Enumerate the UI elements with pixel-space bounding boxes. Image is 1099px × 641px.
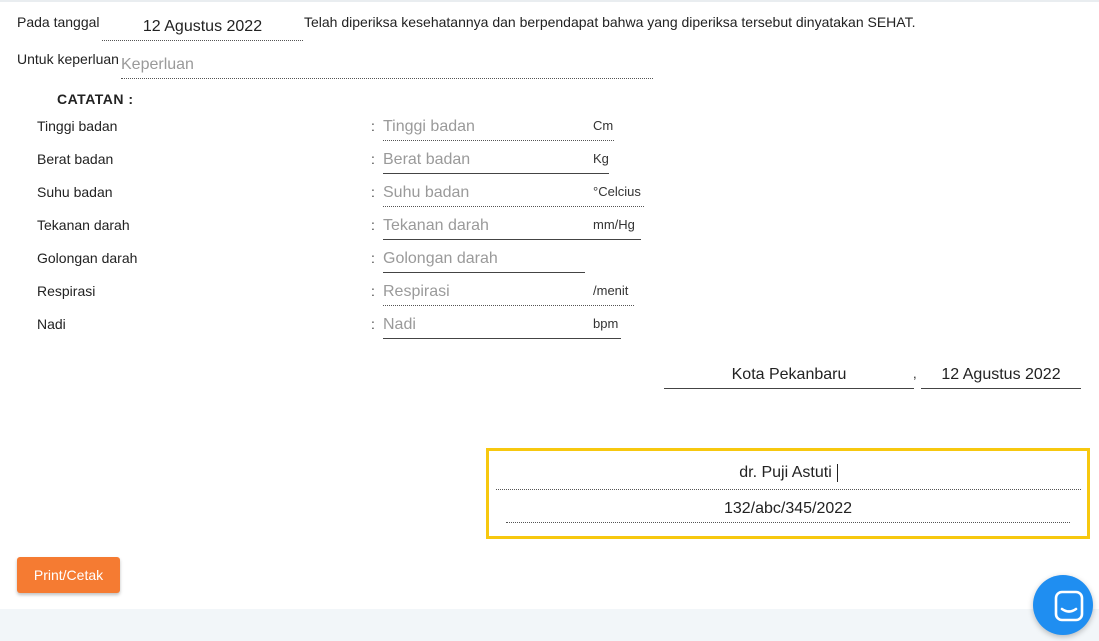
blood-type-field[interactable] bbox=[383, 246, 585, 273]
top-divider bbox=[0, 0, 1099, 2]
pulse-colon: : bbox=[371, 316, 375, 332]
temperature-label: Suhu badan bbox=[37, 184, 113, 200]
purpose-field[interactable] bbox=[121, 52, 653, 79]
signature-box: dr. Puji Astuti bbox=[486, 448, 1090, 539]
blood-pressure-unit: mm/Hg bbox=[593, 217, 635, 232]
chat-widget-button[interactable] bbox=[1033, 575, 1093, 635]
pulse-unit: bpm bbox=[593, 316, 619, 331]
date-field[interactable] bbox=[102, 14, 303, 41]
respiration-colon: : bbox=[371, 283, 375, 299]
blood-type-label: Golongan darah bbox=[37, 250, 138, 266]
notes-title: CATATAN : bbox=[57, 91, 134, 107]
doctor-name: dr. Puji Astuti bbox=[739, 464, 832, 481]
date-label: Pada tanggal bbox=[17, 14, 100, 30]
respiration-unit: /menit bbox=[593, 283, 629, 298]
height-field[interactable] bbox=[383, 114, 614, 141]
weight-label: Berat badan bbox=[37, 151, 114, 167]
license-number-field[interactable] bbox=[506, 495, 1070, 523]
weight-unit: Kg bbox=[593, 151, 609, 166]
height-colon: : bbox=[371, 118, 375, 134]
city-field[interactable] bbox=[664, 362, 914, 389]
signing-date-field[interactable] bbox=[921, 362, 1081, 389]
height-label: Tinggi badan bbox=[37, 118, 118, 134]
temperature-colon: : bbox=[371, 184, 375, 200]
doctor-name-field[interactable]: dr. Puji Astuti bbox=[496, 458, 1081, 490]
certificate-sheet: Pada tanggal Telah diperiksa kesehatanny… bbox=[0, 0, 1099, 609]
respiration-label: Respirasi bbox=[37, 283, 96, 299]
height-unit: Cm bbox=[593, 118, 614, 133]
city-date-separator: , bbox=[913, 366, 917, 381]
pulse-label: Nadi bbox=[37, 316, 66, 332]
chat-icon bbox=[1054, 590, 1084, 622]
blood-type-colon: : bbox=[371, 250, 375, 266]
pulse-field[interactable] bbox=[383, 312, 621, 339]
weight-colon: : bbox=[371, 151, 375, 167]
weight-field[interactable] bbox=[383, 147, 609, 174]
blood-pressure-label: Tekanan darah bbox=[37, 217, 130, 233]
print-button[interactable]: Print/Cetak bbox=[17, 557, 120, 593]
purpose-label: Untuk keperluan bbox=[17, 51, 119, 67]
health-statement: Telah diperiksa kesehatannya dan berpend… bbox=[304, 14, 916, 30]
blood-pressure-colon: : bbox=[371, 217, 375, 233]
text-cursor bbox=[836, 463, 838, 482]
temperature-unit: °Celcius bbox=[593, 184, 641, 199]
